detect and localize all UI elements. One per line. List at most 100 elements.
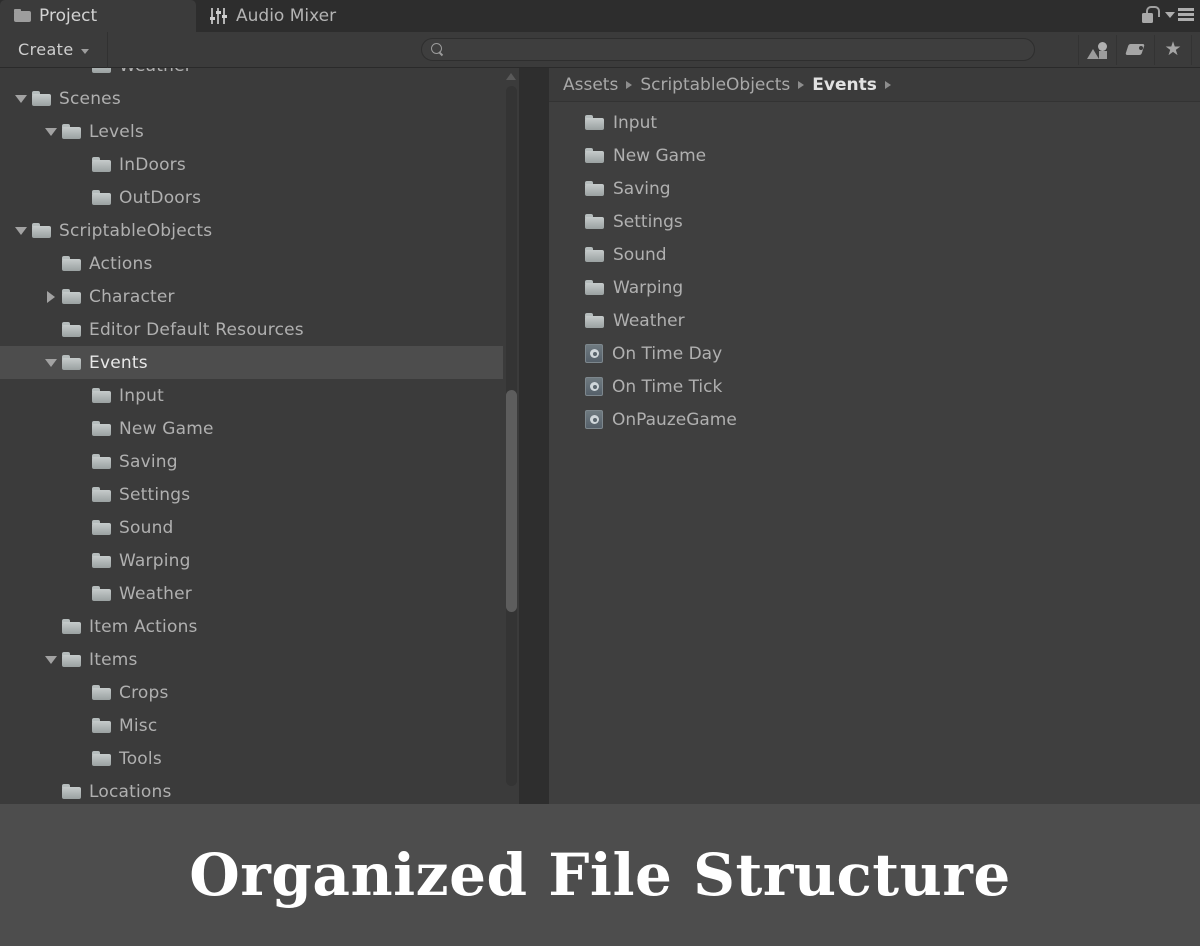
twisty-expanded-icon[interactable] [40,643,62,676]
tab-audio-mixer-label: Audio Mixer [236,6,337,26]
tree-row[interactable]: Editor Default Resources [0,313,519,346]
asset-row[interactable]: Input [549,106,1200,139]
asset-row[interactable]: On Time Day [549,337,1200,370]
asset-row-label: On Time Tick [612,376,723,397]
chevron-down-icon [80,48,89,54]
tree-row-label: Items [89,649,138,670]
tree-row[interactable]: InDoors [0,148,519,181]
asset-row[interactable]: Sound [549,238,1200,271]
tree-row-label: InDoors [119,154,186,175]
folder-icon [62,652,81,667]
favorites-button[interactable]: ★ [1154,35,1192,65]
tree-row[interactable]: Scenes [0,82,519,115]
twisty-expanded-icon[interactable] [40,346,62,379]
tree-row-label: New Game [119,418,214,439]
tab-audio-mixer[interactable]: Audio Mixer [196,0,358,32]
tree-row[interactable]: Character [0,280,519,313]
tab-project[interactable]: Project [0,0,196,32]
tree-row-label: ScriptableObjects [59,220,213,241]
tag-icon [1126,42,1146,58]
asset-row[interactable]: Saving [549,172,1200,205]
create-button-label: Create [18,40,74,59]
scrollbar-thumb[interactable] [506,390,517,612]
tree-row[interactable]: Weather [0,68,519,82]
tree-row[interactable]: Misc [0,709,519,742]
project-panes: Weather Scenes Levels InDoors OutDoors Script… [0,68,1200,804]
tree-row-label: Levels [89,121,144,142]
tree-row-label: Locations [89,781,172,802]
hamburger-menu-icon[interactable] [1165,8,1194,21]
folder-icon [585,148,604,163]
tree-row[interactable]: Items [0,643,519,676]
tree-row-label: Input [119,385,165,406]
lock-open-icon[interactable] [1142,6,1160,23]
tree-row[interactable]: OutDoors [0,181,519,214]
breadcrumb-separator-icon [884,80,891,89]
tree-row[interactable]: Settings [0,478,519,511]
breadcrumb-item[interactable]: Events [812,75,877,95]
tree-row[interactable]: Actions [0,247,519,280]
tree-row[interactable]: Saving [0,445,519,478]
folder-icon [92,388,111,403]
tree-row[interactable]: Warping [0,544,519,577]
breadcrumb-item[interactable]: ScriptableObjects [640,75,790,95]
search-input[interactable] [444,40,1034,59]
tree-row[interactable]: Events [0,346,519,379]
asset-content-panel[interactable]: Assets ScriptableObjects Events Input New G… [549,68,1200,804]
tree-row-label: Crops [119,682,169,703]
create-button[interactable]: Create [14,37,97,63]
asset-row[interactable]: New Game [549,139,1200,172]
tree-row[interactable]: ScriptableObjects [0,214,519,247]
twisty-expanded-icon[interactable] [40,115,62,148]
unity-project-window: Project Audio Mixer Create ★ Scenes Leve… [0,0,1200,946]
folder-icon [92,586,111,601]
breadcrumb-item[interactable]: Assets [563,75,618,95]
pane-divider[interactable] [519,68,549,804]
tree-row[interactable]: New Game [0,412,519,445]
folder-icon [92,190,111,205]
tree-row[interactable]: Locations [0,775,519,804]
tab-bar-controls [1142,6,1194,23]
folder-icon [92,718,111,733]
breadcrumb: Assets ScriptableObjects Events [549,68,1200,102]
asset-row-label: Weather [613,310,685,331]
filter-by-type-button[interactable] [1078,35,1116,65]
asset-row[interactable]: Warping [549,271,1200,304]
twisty-collapsed-icon[interactable] [40,280,62,313]
folder-icon [62,784,81,799]
star-icon: ★ [1164,38,1182,60]
tree-vertical-scrollbar[interactable] [503,68,519,804]
folder-icon [585,214,604,229]
tree-row[interactable]: Input [0,379,519,412]
folder-icon [92,685,111,700]
asset-row-label: Settings [613,211,683,232]
tree-row[interactable]: Crops [0,676,519,709]
twisty-expanded-icon[interactable] [10,82,32,115]
filter-button-group: ★ [1078,35,1192,65]
tree-row[interactable]: Weather [0,577,519,610]
search-box[interactable] [421,38,1035,61]
asset-row[interactable]: Settings [549,205,1200,238]
tree-row[interactable]: Sound [0,511,519,544]
asset-row[interactable]: OnPauzeGame [549,403,1200,436]
tree-row[interactable]: Tools [0,742,519,775]
tree-row[interactable]: Levels [0,115,519,148]
scroll-up-arrow-icon[interactable] [506,73,516,80]
folder-icon [92,751,111,766]
asset-row[interactable]: Weather [549,304,1200,337]
tree-row[interactable]: Item Actions [0,610,519,643]
folder-tree-panel[interactable]: Weather Scenes Levels InDoors OutDoors Script… [0,68,519,804]
twisty-expanded-icon[interactable] [10,214,32,247]
folder-icon [585,247,604,262]
filter-by-label-button[interactable] [1116,35,1154,65]
scriptable-object-icon [585,410,603,429]
asset-row[interactable]: On Time Tick [549,370,1200,403]
folder-icon [585,115,604,130]
tree-row-label: Saving [119,451,178,472]
